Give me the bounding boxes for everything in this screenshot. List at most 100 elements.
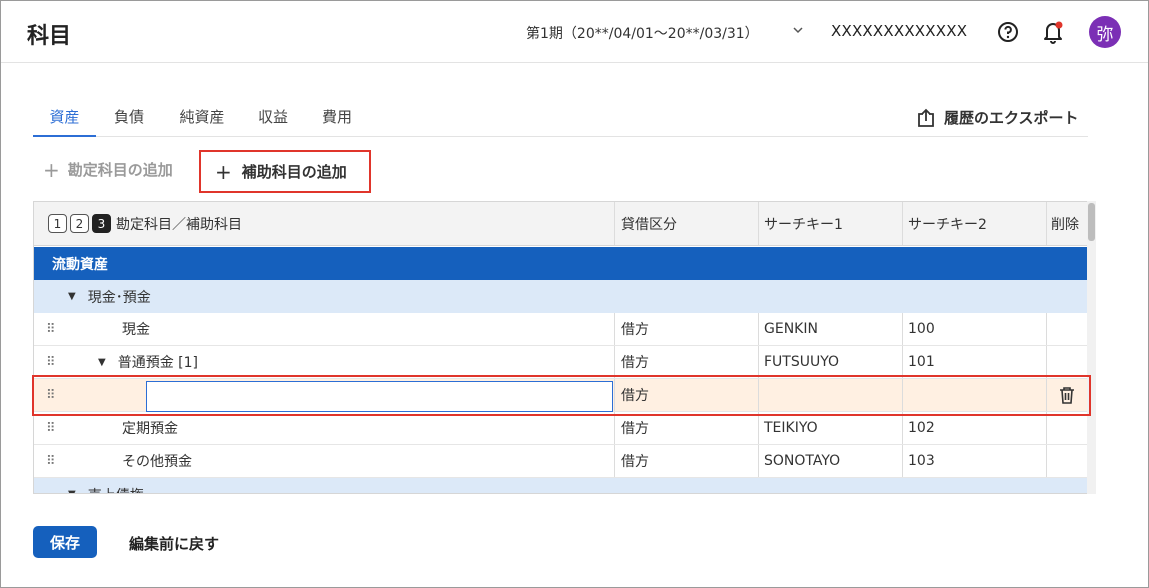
- sub-account-name-input[interactable]: [146, 381, 613, 412]
- tab-expenses[interactable]: 費用: [309, 105, 365, 137]
- trash-icon: [1060, 387, 1074, 404]
- column-divider: [758, 202, 759, 245]
- account-name-cell: ▼ 普通預金 [1]: [98, 346, 198, 378]
- key1-cell[interactable]: SONOTAYO: [764, 445, 840, 477]
- export-icon: [918, 108, 934, 127]
- table-row[interactable]: ⠿ その他預金 借方 SONOTAYO 103: [34, 445, 1087, 478]
- key1-cell[interactable]: FUTSUUYO: [764, 346, 839, 378]
- table-row[interactable]: ⠿ 現金 借方 GENKIN 100: [34, 313, 1087, 346]
- column-divider: [614, 313, 615, 345]
- section-label: 流動資産: [52, 256, 108, 273]
- plus-icon: +: [215, 159, 232, 184]
- column-divider: [1046, 445, 1047, 477]
- column-divider: [902, 445, 903, 477]
- column-divider: [758, 445, 759, 477]
- collapse-triangle-icon[interactable]: ▼: [68, 489, 76, 493]
- side-cell[interactable]: 借方: [621, 445, 649, 477]
- key2-cell[interactable]: 100: [908, 313, 935, 345]
- page-title: 科目: [27, 24, 72, 49]
- column-header-key1: サーチキー1: [764, 216, 843, 233]
- group-label: 現金･預金: [87, 289, 151, 306]
- column-divider: [614, 202, 615, 245]
- key1-cell[interactable]: TEIKIYO: [764, 412, 818, 444]
- column-divider: [614, 412, 615, 444]
- drag-handle-icon[interactable]: ⠿: [46, 346, 55, 378]
- table-header: 1 2 3 勘定科目／補助科目 貸借区分 サーチキー1 サーチキー2 削除: [34, 202, 1087, 246]
- side-cell[interactable]: 借方: [621, 313, 649, 345]
- chevron-down-icon[interactable]: [791, 23, 805, 37]
- column-divider: [902, 379, 903, 411]
- side-cell[interactable]: 借方: [621, 346, 649, 378]
- column-divider: [758, 379, 759, 411]
- column-divider: [614, 346, 615, 378]
- section-row: 流動資産: [34, 247, 1087, 280]
- column-divider: [758, 313, 759, 345]
- add-sub-account-button[interactable]: + 補助科目の追加: [199, 150, 371, 193]
- table-scrollbar[interactable]: [1087, 201, 1096, 494]
- add-sub-account-label: 補助科目の追加: [241, 163, 347, 181]
- group-cell: ▼ 現金･預金: [68, 280, 151, 313]
- side-cell[interactable]: 借方: [621, 379, 649, 411]
- level-2-button[interactable]: 2: [70, 214, 89, 233]
- help-icon[interactable]: [997, 21, 1019, 43]
- export-history-button[interactable]: 履歴のエクスポート: [916, 107, 1079, 128]
- avatar[interactable]: 弥: [1089, 16, 1121, 48]
- group-row[interactable]: ▼ 現金･預金: [34, 280, 1087, 313]
- app-header: 科目 第1期（20**/04/01〜20**/03/31） XXXXXXXXXX…: [1, 1, 1148, 63]
- table-row[interactable]: ⠿ ▼ 普通預金 [1] 借方 FUTSUUYO 101: [34, 346, 1087, 379]
- period-selector[interactable]: 第1期（20**/04/01〜20**/03/31）: [526, 23, 759, 43]
- collapse-triangle-icon[interactable]: ▼: [98, 357, 106, 368]
- account-name: 現金: [122, 322, 150, 338]
- bell-icon[interactable]: [1042, 20, 1064, 44]
- save-button[interactable]: 保存: [33, 526, 97, 558]
- group-label: 売上債権: [88, 485, 144, 494]
- column-divider: [1046, 346, 1047, 378]
- column-divider: [902, 346, 903, 378]
- key2-cell[interactable]: 101: [908, 346, 935, 378]
- drag-handle-icon[interactable]: ⠿: [46, 379, 55, 411]
- add-account-label: 勘定科目の追加: [67, 161, 173, 179]
- account-name: 定期預金: [122, 421, 178, 437]
- group-cell: ▼ 売上債権: [68, 478, 144, 494]
- level-switcher: 1 2 3 勘定科目／補助科目: [48, 202, 242, 245]
- plus-icon: +: [43, 157, 60, 182]
- column-divider: [902, 313, 903, 345]
- delete-button[interactable]: [1058, 379, 1076, 411]
- key2-cell[interactable]: 103: [908, 445, 935, 477]
- company-name[interactable]: XXXXXXXXXXXXX: [831, 22, 967, 40]
- side-cell[interactable]: 借方: [621, 412, 649, 444]
- drag-handle-icon[interactable]: ⠿: [46, 412, 55, 444]
- table-row[interactable]: ⠿ 定期預金 借方 TEIKIYO 102: [34, 412, 1087, 445]
- tab-assets[interactable]: 資産: [33, 105, 96, 137]
- column-header-account: 勘定科目／補助科目: [116, 216, 242, 233]
- column-divider: [614, 445, 615, 477]
- key1-cell[interactable]: GENKIN: [764, 313, 818, 345]
- column-divider: [902, 202, 903, 245]
- column-divider: [614, 379, 615, 411]
- group-row[interactable]: ▼ 売上債権: [34, 478, 1087, 494]
- drag-handle-icon[interactable]: ⠿: [46, 313, 55, 345]
- column-header-delete: 削除: [1051, 216, 1079, 233]
- tab-net-assets[interactable]: 純資産: [167, 105, 237, 137]
- column-divider: [1046, 202, 1047, 245]
- tab-revenue[interactable]: 収益: [245, 105, 301, 137]
- export-label: 履歴のエクスポート: [944, 109, 1079, 127]
- column-divider: [758, 346, 759, 378]
- new-sub-account-row[interactable]: ⠿ 借方: [34, 379, 1087, 412]
- collapse-triangle-icon[interactable]: ▼: [68, 291, 76, 302]
- add-account-button[interactable]: + 勘定科目の追加: [43, 159, 173, 180]
- accounts-table: 1 2 3 勘定科目／補助科目 貸借区分 サーチキー1 サーチキー2 削除 流動…: [33, 201, 1096, 494]
- level-3-button[interactable]: 3: [92, 214, 111, 233]
- scrollbar-thumb[interactable]: [1088, 203, 1095, 241]
- level-1-button[interactable]: 1: [48, 214, 67, 233]
- column-header-key2: サーチキー2: [908, 216, 987, 233]
- column-divider: [902, 412, 903, 444]
- column-header-side: 貸借区分: [621, 216, 677, 233]
- app-frame: 科目 第1期（20**/04/01〜20**/03/31） XXXXXXXXXX…: [0, 0, 1149, 588]
- drag-handle-icon[interactable]: ⠿: [46, 445, 55, 477]
- account-name: その他預金: [122, 454, 192, 470]
- revert-button[interactable]: 編集前に戻す: [129, 533, 219, 554]
- column-divider: [758, 412, 759, 444]
- tab-liabilities[interactable]: 負債: [101, 105, 157, 137]
- key2-cell[interactable]: 102: [908, 412, 935, 444]
